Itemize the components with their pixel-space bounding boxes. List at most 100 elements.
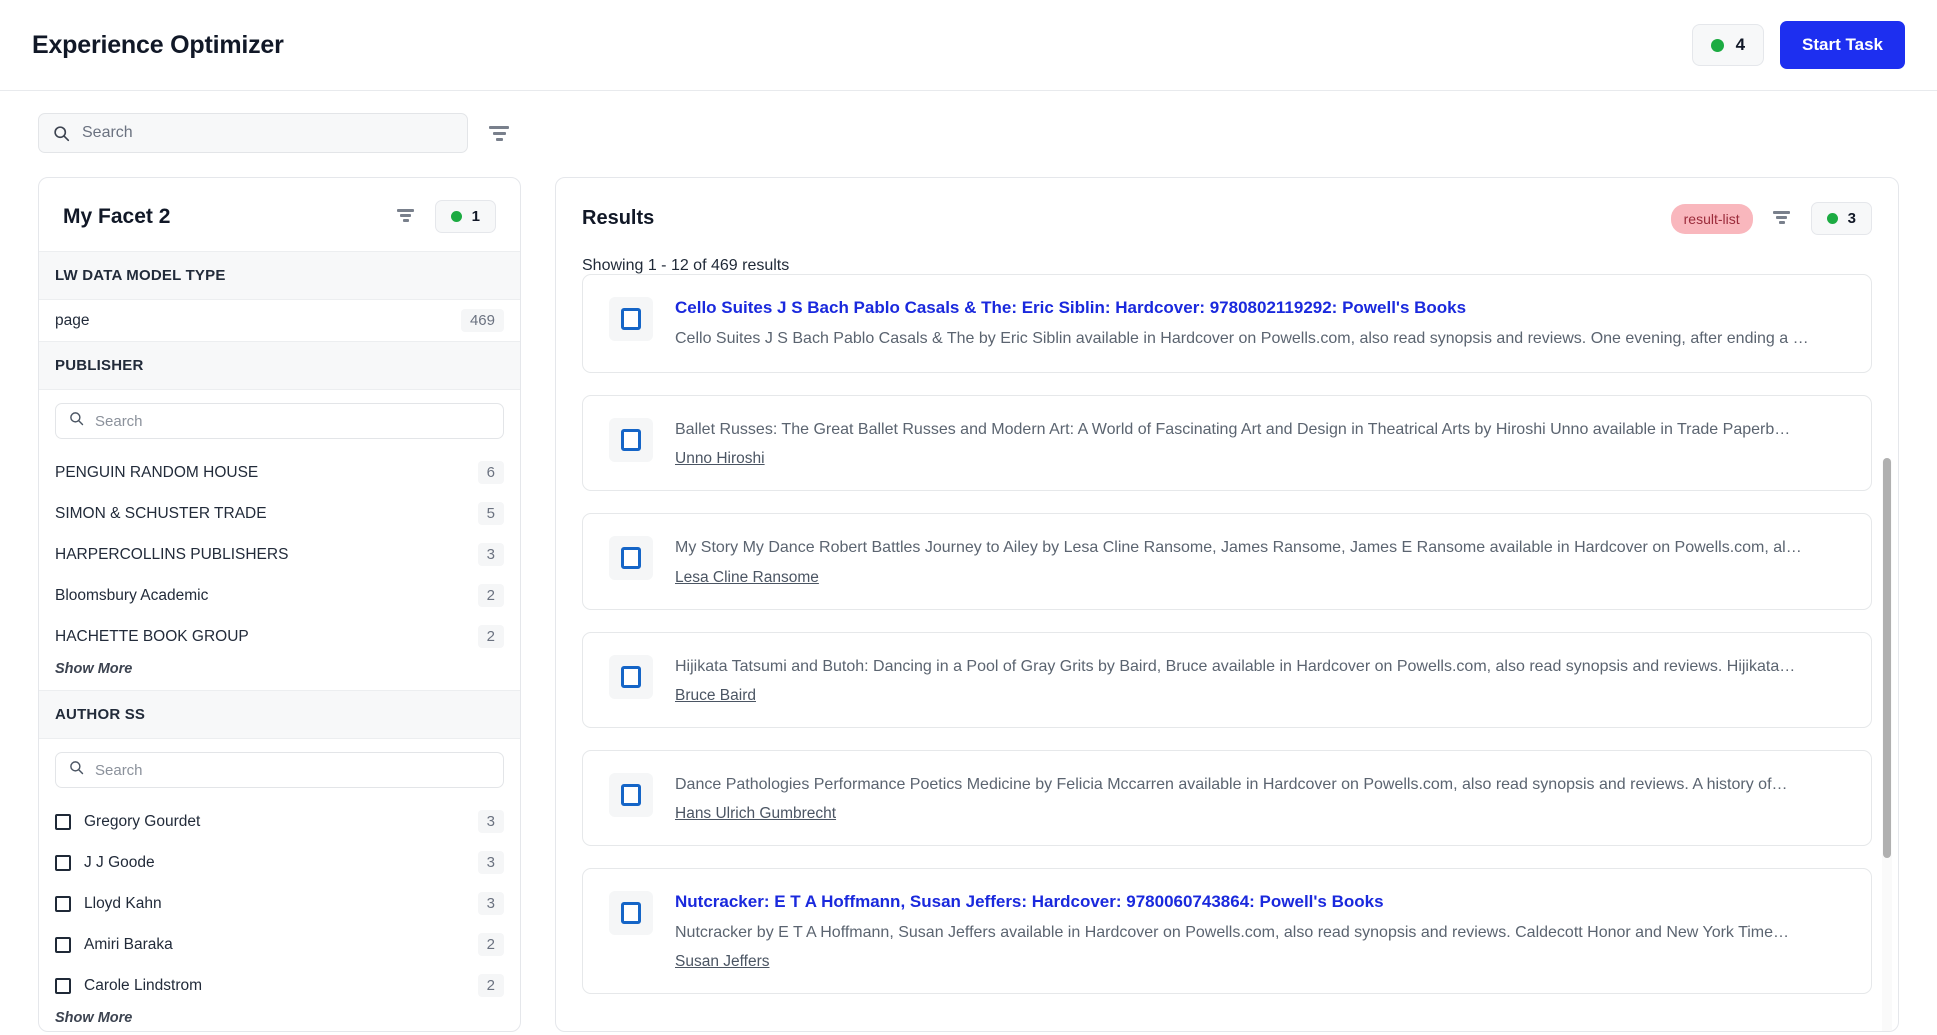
- result-card[interactable]: Cello Suites J S Bach Pablo Casals & The…: [582, 274, 1872, 374]
- show-more-button[interactable]: Show More: [39, 1006, 520, 1031]
- search-icon: [54, 125, 70, 141]
- result-author-link[interactable]: Hans Ulrich Gumbrecht: [675, 805, 836, 823]
- document-icon: [609, 772, 653, 817]
- facet-item-count: 3: [477, 810, 504, 833]
- result-author-link[interactable]: Unno Hiroshi: [675, 450, 765, 468]
- facet-item[interactable]: Bloomsbury Academic 2: [39, 575, 520, 616]
- facet-group-title: LW DATA MODEL TYPE: [39, 252, 520, 300]
- facet-item-count: 469: [460, 309, 504, 332]
- result-author-link[interactable]: Lesa Cline Ransome: [675, 569, 819, 587]
- results-status-badge[interactable]: 3: [1810, 202, 1872, 235]
- status-dot-icon: [1710, 38, 1724, 52]
- facet-item-count: 6: [477, 461, 504, 484]
- facet-status-dot-icon: [450, 211, 462, 222]
- facet-item-checkbox[interactable]: [55, 977, 71, 994]
- facet-item-count: 3: [477, 851, 504, 874]
- facet-item[interactable]: Lloyd Kahn 3: [39, 883, 520, 924]
- result-list-tag[interactable]: result-list: [1670, 203, 1753, 234]
- search-input[interactable]: Search: [38, 113, 468, 153]
- facet-item-checkbox[interactable]: [55, 936, 71, 953]
- results-panel: Results result-list 3 Showing 1 - 12 of …: [555, 177, 1899, 1032]
- result-card-body: Cello Suites J S Bach Pablo Casals & The…: [675, 297, 1845, 350]
- facet-item-label: Bloomsbury Academic: [55, 586, 209, 604]
- result-title-link[interactable]: Nutcracker: E T A Hoffmann, Susan Jeffer…: [675, 891, 1845, 914]
- facet-item[interactable]: SIMON & SCHUSTER TRADE 5: [39, 493, 520, 534]
- facet-group-title: PUBLISHER: [39, 342, 520, 390]
- facet-item-label: HACHETTE BOOK GROUP: [55, 627, 249, 645]
- results-scrollbar[interactable]: [1882, 458, 1892, 1031]
- facet-item[interactable]: page 469: [39, 300, 520, 341]
- facet-item-label: Gregory Gourdet: [84, 812, 201, 830]
- facet-item-checkbox[interactable]: [55, 854, 71, 871]
- facet-item-checkbox[interactable]: [55, 895, 71, 912]
- show-more-button[interactable]: Show More: [39, 657, 520, 690]
- results-filter-icon[interactable]: [1771, 211, 1793, 226]
- facet-search-placeholder: Search: [95, 412, 143, 430]
- result-card-body: Nutcracker: E T A Hoffmann, Susan Jeffer…: [675, 891, 1845, 971]
- facet-item-count: 2: [477, 625, 504, 648]
- search-icon: [69, 760, 84, 780]
- document-icon: [609, 418, 653, 463]
- facet-item-count: 5: [477, 502, 504, 525]
- results-scrollbar-thumb[interactable]: [1883, 458, 1891, 858]
- results-status-dot-icon: [1826, 213, 1838, 224]
- start-task-button[interactable]: Start Task: [1780, 21, 1905, 69]
- results-panel-header: Results result-list 3: [556, 178, 1898, 235]
- result-title-link[interactable]: Cello Suites J S Bach Pablo Casals & The…: [675, 297, 1845, 320]
- result-card[interactable]: My Story My Dance Robert Battles Journey…: [582, 513, 1872, 610]
- facet-item[interactable]: HARPERCOLLINS PUBLISHERS 3: [39, 534, 520, 575]
- filter-icon[interactable]: [488, 125, 510, 141]
- facet-item-label: SIMON & SCHUSTER TRADE: [55, 504, 267, 522]
- facet-item[interactable]: J J Goode 3: [39, 842, 520, 883]
- search-icon: [69, 411, 84, 431]
- document-icon: [609, 890, 653, 935]
- results-status-count: 3: [1847, 210, 1856, 227]
- result-author-link[interactable]: Bruce Baird: [675, 687, 756, 705]
- result-card-body: My Story My Dance Robert Battles Journey…: [675, 536, 1845, 586]
- facet-item[interactable]: Carole Lindstrom 2: [39, 965, 520, 1006]
- facet-panel-title: My Facet 2: [63, 204, 171, 228]
- facet-item-label: Amiri Baraka: [84, 935, 173, 953]
- facet-status-count: 1: [471, 208, 480, 225]
- facet-item[interactable]: HACHETTE BOOK GROUP 2: [39, 616, 520, 657]
- header-actions: 4 Start Task: [1691, 21, 1905, 69]
- result-card[interactable]: Hijikata Tatsumi and Butoh: Dancing in a…: [582, 631, 1872, 728]
- facet-search-input[interactable]: Search: [55, 752, 504, 788]
- facet-group: PUBLISHER Search PENGUIN RANDOM HOUSE 6 SIMO…: [39, 341, 520, 690]
- result-card-body: Hijikata Tatsumi and Butoh: Dancing in a…: [675, 655, 1845, 705]
- facet-panel-actions: 1: [395, 200, 496, 233]
- facet-group: LW DATA MODEL TYPE page 469: [39, 251, 520, 341]
- results-panel-actions: result-list 3: [1670, 202, 1872, 235]
- facet-panel: My Facet 2 1 LW DATA MODEL TYPE page 469 PU…: [38, 177, 521, 1032]
- page-title: Experience Optimizer: [32, 30, 284, 59]
- facet-item-count: 2: [477, 584, 504, 607]
- facet-item-count: 3: [477, 892, 504, 915]
- facet-item-label: PENGUIN RANDOM HOUSE: [55, 463, 259, 481]
- facet-group: AUTHOR SS Search Gregory Gourdet 3 J J Goode…: [39, 690, 520, 1031]
- facet-status-badge[interactable]: 1: [434, 200, 496, 233]
- search-placeholder: Search: [82, 124, 133, 141]
- facet-item[interactable]: Gregory Gourdet 3: [39, 801, 520, 842]
- document-icon: [609, 654, 653, 699]
- facet-item-label: Lloyd Kahn: [84, 894, 162, 912]
- facet-item[interactable]: PENGUIN RANDOM HOUSE 6: [39, 452, 520, 493]
- facet-filter-icon[interactable]: [395, 209, 417, 224]
- result-card[interactable]: Nutcracker: E T A Hoffmann, Susan Jeffer…: [582, 867, 1872, 994]
- result-card[interactable]: Ballet Russes: The Great Ballet Russes a…: [582, 395, 1872, 492]
- facet-search-input[interactable]: Search: [55, 403, 504, 439]
- global-search-row: Search: [0, 91, 1937, 153]
- facet-item-label: HARPERCOLLINS PUBLISHERS: [55, 545, 289, 563]
- facet-item-label: page: [55, 311, 90, 329]
- result-card[interactable]: Dance Pathologies Performance Poetics Me…: [582, 749, 1872, 846]
- facet-panel-header: My Facet 2 1: [39, 178, 520, 251]
- status-count: 4: [1735, 35, 1746, 54]
- facet-item-checkbox[interactable]: [55, 813, 71, 830]
- status-badge[interactable]: 4: [1691, 24, 1765, 66]
- document-icon: [609, 536, 653, 581]
- result-author-link[interactable]: Susan Jeffers: [675, 953, 770, 971]
- facet-item-count: 2: [477, 974, 504, 997]
- result-card-body: Ballet Russes: The Great Ballet Russes a…: [675, 418, 1845, 468]
- facet-group-title: AUTHOR SS: [39, 691, 520, 739]
- facet-item[interactable]: Amiri Baraka 2: [39, 924, 520, 965]
- results-title: Results: [582, 207, 655, 229]
